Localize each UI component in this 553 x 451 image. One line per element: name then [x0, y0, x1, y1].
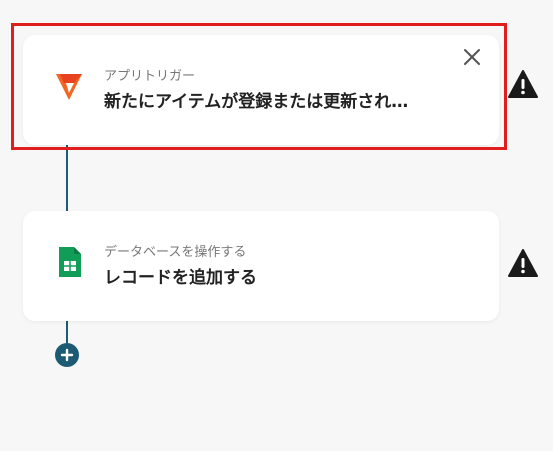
action-step-card[interactable]: データベースを操作する レコードを追加する: [23, 211, 499, 321]
step-title: レコードを追加する: [104, 268, 257, 288]
selection-highlight: [11, 23, 507, 150]
connector-line-bottom: [66, 321, 68, 343]
add-step-button[interactable]: [55, 343, 79, 367]
connector-line-top: [66, 145, 68, 211]
warning-icon[interactable]: [508, 70, 538, 98]
step-category: データベースを操作する: [104, 245, 247, 260]
add-step-icon: [60, 348, 74, 362]
warning-icon[interactable]: [508, 249, 538, 277]
google-sheets-icon: [59, 247, 81, 277]
